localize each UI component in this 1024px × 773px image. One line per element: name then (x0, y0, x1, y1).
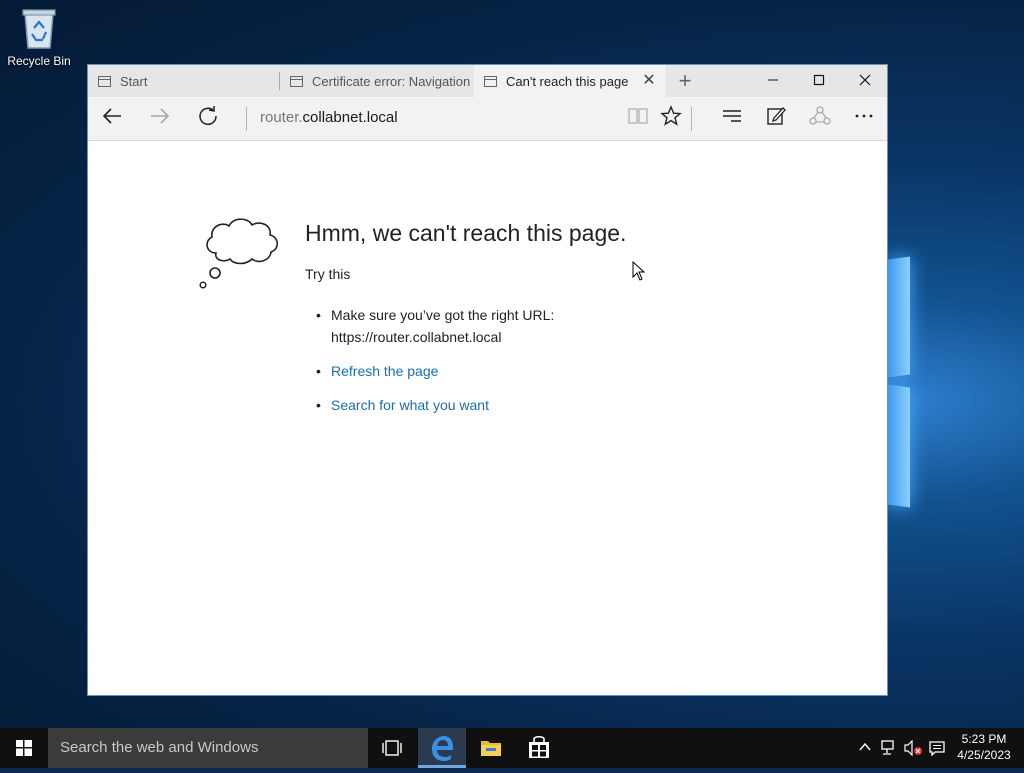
page-icon (290, 75, 303, 87)
back-arrow-icon[interactable] (97, 105, 127, 133)
volume-muted-icon[interactable] (903, 739, 923, 759)
suggestion-list: Make sure you’ve got the right URL: http… (305, 304, 705, 428)
notifications-icon[interactable] (928, 740, 946, 759)
maximize-icon[interactable] (796, 65, 842, 97)
tab-cant-reach-page[interactable]: Can't reach this page (474, 65, 666, 97)
try-this-label: Try this (305, 266, 351, 282)
navigation-bar: router.collabnet.local (88, 97, 887, 141)
tab-certificate-error[interactable]: Certificate error: Navigation (280, 65, 472, 97)
page-heading: Hmm, we can't reach this page. (305, 220, 627, 246)
more-options-icon[interactable] (849, 105, 879, 133)
file-explorer-button[interactable] (467, 728, 515, 768)
page-icon (484, 75, 497, 87)
suggestion-check-url: Make sure you’ve got the right URL: http… (305, 304, 705, 348)
suggestion-search: Search for what you want (305, 394, 705, 416)
address-domain: collabnet.local (302, 109, 398, 126)
clock-time: 5:23 PM (961, 732, 1007, 746)
folder-icon (481, 741, 501, 756)
recycle-bin-shortcut[interactable]: Recycle Bin (6, 6, 72, 68)
windows-start-icon (16, 740, 32, 756)
mouse-cursor-icon (632, 260, 646, 286)
new-tab-icon[interactable]: + (675, 69, 695, 93)
share-icon[interactable] (805, 105, 835, 133)
start-button[interactable] (0, 728, 48, 768)
tab-bar: Start Certificate error: Navigation Can'… (88, 65, 887, 97)
hub-icon[interactable] (717, 105, 747, 133)
web-note-icon[interactable] (761, 105, 791, 133)
task-view-icon (382, 740, 402, 756)
browser-window: Start Certificate error: Navigation Can'… (87, 64, 888, 696)
reading-view-icon[interactable] (623, 105, 653, 133)
recycle-bin-icon (21, 6, 57, 50)
address-subdomain: router. (260, 109, 303, 126)
edge-icon (432, 736, 453, 761)
store-button[interactable] (515, 728, 563, 768)
windows-logo-wallpaper (888, 256, 918, 508)
tab-label: Certificate error: Navigation (312, 73, 471, 89)
store-bag-icon (529, 735, 549, 758)
tab-label: Can't reach this page (506, 73, 629, 89)
suggestion-refresh: Refresh the page (305, 360, 705, 382)
minimize-icon[interactable] (750, 65, 796, 97)
page-content: Hmm, we can't reach this page. Try this … (88, 141, 887, 695)
close-tab-icon[interactable]: ✕ (640, 72, 658, 90)
check-url-text: Make sure you’ve got the right URL: (331, 307, 555, 323)
search-link[interactable]: Search for what you want (331, 397, 489, 413)
tab-start[interactable]: Start (88, 65, 278, 97)
url-text: https://router.collabnet.local (331, 329, 502, 345)
close-window-icon[interactable] (842, 65, 888, 97)
taskbar-search-box[interactable]: Search the web and Windows (48, 728, 368, 768)
tab-label: Start (120, 73, 148, 89)
show-hidden-icons-icon[interactable] (858, 740, 872, 757)
task-view-button[interactable] (368, 728, 416, 768)
recycle-bin-label: Recycle Bin (7, 54, 71, 68)
page-icon (98, 75, 111, 87)
forward-arrow-icon[interactable] (145, 105, 175, 133)
refresh-icon[interactable] (193, 105, 223, 133)
taskbar-clock[interactable]: 5:23 PM 4/25/2023 (950, 731, 1018, 763)
edge-taskbar-button[interactable] (418, 728, 466, 768)
address-bar[interactable]: router.collabnet.local (260, 109, 398, 126)
thought-cloud-icon (196, 211, 286, 306)
toolbar-divider (691, 107, 692, 131)
address-divider (246, 107, 247, 131)
taskbar: Search the web and Windows 5:23 PM 4/25/… (0, 728, 1024, 768)
favorites-star-icon[interactable] (656, 105, 686, 133)
refresh-page-link[interactable]: Refresh the page (331, 363, 438, 379)
network-icon[interactable] (880, 740, 898, 759)
clock-date: 4/25/2023 (957, 748, 1011, 762)
